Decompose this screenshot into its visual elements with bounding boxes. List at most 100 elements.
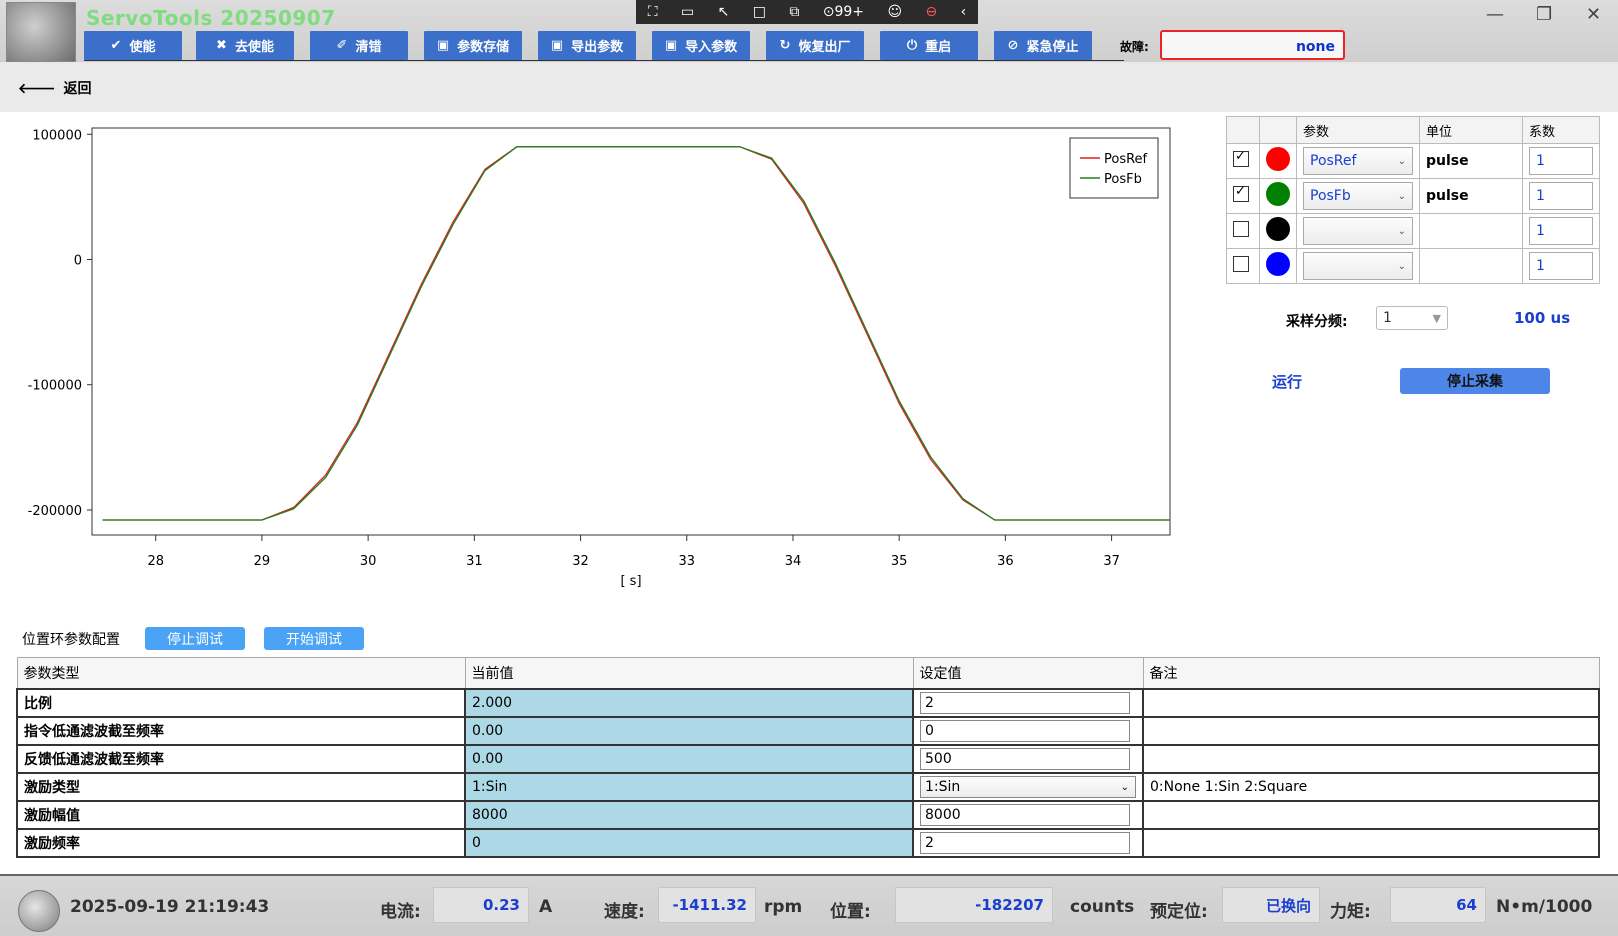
nav-row — [0, 64, 1618, 112]
x-tick-label: 37 — [1103, 554, 1120, 569]
y-tick-label: -100000 — [28, 379, 82, 394]
sampling-value: 1 — [1383, 310, 1392, 326]
stop-debug-button[interactable]: 停止调试 — [145, 627, 245, 650]
header-coef: 系数 — [1522, 116, 1600, 144]
current-label: 电流: — [380, 902, 421, 922]
channel-param-select[interactable]: PosFb ⌄ — [1303, 182, 1413, 210]
restore-button[interactable]: ❐ — [1536, 4, 1552, 25]
chevron-down-icon: ⌄ — [1397, 225, 1406, 237]
sampling-select[interactable]: 1 ▼ — [1376, 306, 1448, 330]
x-tick-label: 36 — [997, 554, 1014, 569]
stop-circle-icon: ⊘ — [1007, 38, 1019, 53]
refresh-icon: ↻ — [779, 38, 791, 53]
minimize-button[interactable]: — — [1486, 4, 1504, 25]
toolbar-button-7[interactable]: ⏻ 重启 — [880, 31, 978, 60]
app-title: ServoTools 20250907 — [86, 6, 336, 30]
channel-checkbox[interactable] — [1233, 184, 1249, 202]
toolbar-button-4[interactable]: ▣ 导出参数 — [538, 31, 636, 60]
config-param-name: 激励频率 — [16, 828, 466, 858]
config-set-cell: 500 — [912, 744, 1144, 774]
stop-collect-button[interactable]: 停止采集 — [1400, 368, 1550, 394]
channel-param-select[interactable]: PosRef ⌄ — [1303, 147, 1413, 175]
config-set-input[interactable]: 2 — [920, 692, 1130, 714]
channel-param-select[interactable]: ⌄ — [1303, 217, 1413, 245]
config-note: 0:None 1:Sin 2:Square — [1142, 772, 1600, 802]
config-param-name: 反馈低通滤波截至频率 — [16, 744, 466, 774]
position-unit: counts — [1070, 897, 1135, 917]
toolbar-button-1[interactable]: ✖ 去使能 — [196, 31, 294, 60]
toolbar-button-6[interactable]: ↻ 恢复出厂 — [766, 31, 864, 60]
channel-header-row: 参数 单位 系数 — [1226, 116, 1600, 144]
config-note — [1142, 828, 1600, 858]
config-set-select[interactable]: 1:Sin ⌄ — [920, 776, 1136, 798]
config-set-input[interactable]: 8000 — [920, 804, 1130, 826]
channel-param-select[interactable]: ⌄ — [1303, 252, 1413, 280]
channel-color-dot[interactable] — [1266, 182, 1290, 206]
run-button[interactable]: 运行 — [1272, 371, 1302, 392]
config-current-value: 0.00 — [464, 716, 914, 746]
position-label: 位置: — [830, 902, 871, 922]
channel-checkbox[interactable] — [1233, 221, 1249, 237]
toolbar-button-3[interactable]: ▣ 参数存储 — [424, 31, 522, 60]
channel-coef-input[interactable]: 1 — [1529, 147, 1593, 175]
header-unit: 单位 — [1419, 116, 1523, 144]
channel-color-cell — [1259, 213, 1297, 249]
toolbar-button-8[interactable]: ⊘ 紧急停止 — [994, 31, 1092, 60]
channel-coef-cell: 1 — [1522, 178, 1600, 214]
config-current-value: 8000 — [464, 800, 914, 830]
save-icon: ▣ — [664, 38, 678, 53]
chevron-left-icon[interactable]: ‹ — [961, 4, 967, 20]
region-icon[interactable]: ⧉ — [789, 4, 799, 20]
chevron-down-icon: ⌄ — [1397, 190, 1406, 202]
channel-checkbox[interactable] — [1233, 149, 1249, 167]
camera-icon[interactable]: ▭ — [681, 4, 694, 20]
channel-checkbox[interactable] — [1233, 256, 1249, 272]
header-note: 备注 — [1142, 657, 1600, 690]
config-set-input[interactable]: 2 — [920, 832, 1130, 854]
accessibility-icon[interactable]: ☺ — [887, 4, 902, 20]
x-axis-label: [ s] — [620, 574, 641, 589]
channel-unit: pulse — [1419, 143, 1523, 179]
toolbar-button-label: 紧急停止 — [1026, 40, 1079, 55]
toolbar-button-label: 重启 — [925, 40, 952, 55]
channel-color-dot[interactable] — [1266, 252, 1290, 276]
channel-unit — [1419, 248, 1523, 284]
back-button[interactable]: 🡐 返回 — [18, 78, 92, 98]
config-set-value: 1:Sin — [925, 779, 961, 795]
channel-unit: pulse — [1419, 178, 1523, 214]
channel-coef-input[interactable]: 1 — [1529, 252, 1593, 280]
toolbar-button-0[interactable]: ✔ 使能 — [84, 31, 182, 60]
toolbar-button-5[interactable]: ▣ 导入参数 — [652, 31, 750, 60]
block-icon[interactable]: ⊖ — [925, 4, 937, 20]
x-tick-label: 33 — [678, 554, 695, 569]
toolbar-divider — [84, 60, 1124, 61]
status-datetime: 2025-09-19 21:19:43 — [70, 897, 270, 917]
toolbar-button-2[interactable]: ✐ 清错 — [310, 31, 408, 60]
config-current-value: 2.000 — [464, 688, 914, 718]
channel-color-dot[interactable] — [1266, 147, 1290, 171]
channel-coef-input[interactable]: 1 — [1529, 182, 1593, 210]
x-tick-label: 32 — [572, 554, 589, 569]
header-set: 设定值 — [912, 657, 1144, 690]
window-icon[interactable]: □ — [753, 4, 766, 20]
save-icon: ▣ — [436, 38, 450, 53]
legend-box — [1069, 137, 1159, 199]
arrow-left-icon: 🡐 — [18, 80, 56, 97]
channel-param-cell: PosRef ⌄ — [1296, 143, 1420, 179]
toolbar-button-label: 导入参数 — [685, 40, 738, 55]
screenshot-icon[interactable]: ⛶ — [648, 4, 658, 20]
config-set-input[interactable]: 500 — [920, 748, 1130, 770]
close-button[interactable]: ✕ — [1586, 4, 1601, 25]
start-debug-button[interactable]: 开始调试 — [264, 627, 364, 650]
torque-label: 力矩: — [1330, 902, 1371, 922]
channel-coef-input[interactable]: 1 — [1529, 217, 1593, 245]
sampling-label: 采样分频: — [1286, 314, 1348, 330]
config-param-name: 比例 — [16, 688, 466, 718]
chevron-down-icon: ⌄ — [1397, 155, 1406, 167]
config-set-input[interactable]: 0 — [920, 720, 1130, 742]
channel-color-dot[interactable] — [1266, 217, 1290, 241]
cursor-icon[interactable]: ↖ — [718, 4, 730, 20]
notification-badge[interactable]: ⊙99+ — [823, 4, 864, 20]
torque-unit: N•m/1000 — [1496, 897, 1593, 917]
current-unit: A — [539, 897, 553, 917]
